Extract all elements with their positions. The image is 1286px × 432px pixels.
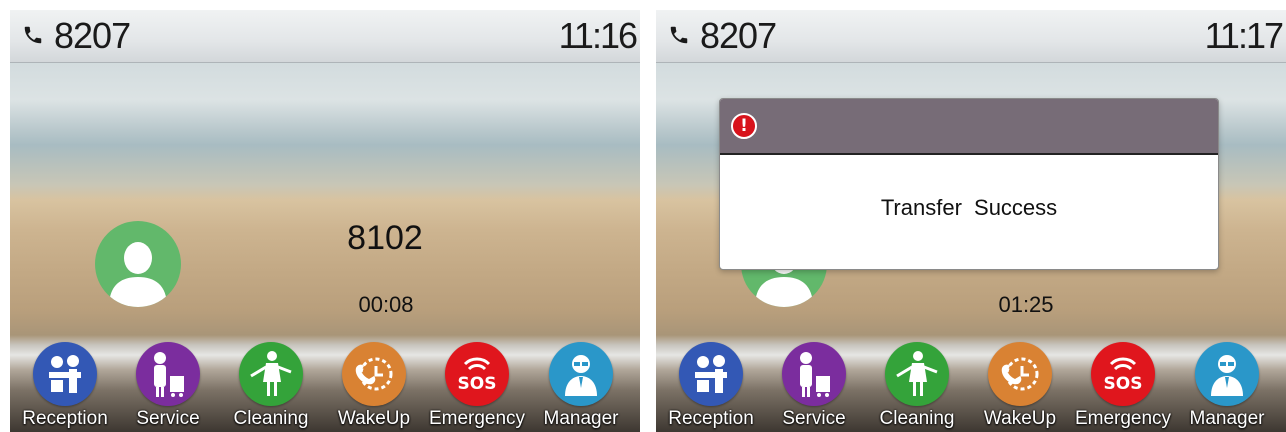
extension-number: 8207 [700, 15, 777, 56]
svg-text:SOS: SOS [1104, 374, 1143, 394]
person-icon [109, 242, 167, 307]
status-bar: 8207 11:17 [656, 10, 1286, 63]
clock: 11:16 [558, 15, 638, 56]
dock-item-wakeup[interactable]: WakeUp [965, 338, 1075, 432]
dock-item-wakeup[interactable]: WakeUp [319, 338, 429, 432]
emergency-icon: SOS [445, 342, 509, 406]
reception-icon [679, 342, 743, 406]
dock-item-service[interactable]: Service [759, 338, 869, 432]
call-duration: 00:08 [358, 292, 414, 317]
phone-icon [24, 26, 42, 44]
dock-item-emergency[interactable]: SOS Emergency [422, 338, 532, 432]
transfer-dialog[interactable]: ! Transfer Success [719, 98, 1219, 270]
speed-dial-dock: Reception Service Cleaning WakeUp SOS Em… [656, 338, 1286, 432]
reception-icon [33, 342, 97, 406]
dialog-header: ! [720, 99, 1218, 155]
manager-icon [1195, 342, 1259, 406]
cleaning-icon [885, 342, 949, 406]
dock-item-cleaning[interactable]: Cleaning [216, 338, 326, 432]
status-bar: 8207 11:16 [10, 10, 640, 63]
dock-label: Manager [543, 408, 619, 429]
dock-item-manager[interactable]: Manager [526, 338, 636, 432]
call-duration: 01:25 [998, 292, 1054, 317]
dialog-message: Transfer Success [880, 195, 1058, 220]
dock-item-service[interactable]: Service [113, 338, 223, 432]
phone-icon [670, 26, 688, 44]
svg-text:SOS: SOS [458, 374, 497, 394]
service-icon [136, 342, 200, 406]
avatar [95, 221, 181, 307]
dock-item-cleaning[interactable]: Cleaning [862, 338, 972, 432]
phone-screen-transfer: 8207 11:17 01:25 ! Transfer Success Rece… [656, 10, 1286, 432]
service-icon [782, 342, 846, 406]
extension-number: 8207 [54, 15, 131, 56]
emergency-icon: SOS [1091, 342, 1155, 406]
clock: 11:17 [1204, 15, 1284, 56]
cleaning-icon [239, 342, 303, 406]
wakeup-icon [342, 342, 406, 406]
speed-dial-dock: Reception Service Cleaning WakeUp SOS Em… [10, 338, 640, 432]
manager-icon [549, 342, 613, 406]
dock-item-reception[interactable]: Reception [10, 338, 120, 432]
caller-number: 8102 [347, 219, 423, 257]
phone-screen-call: 8207 11:16 8102 00:08 Reception Service … [10, 10, 640, 432]
dock-item-emergency[interactable]: SOS Emergency [1068, 338, 1178, 432]
dock-item-reception[interactable]: Reception [656, 338, 766, 432]
wakeup-icon [988, 342, 1052, 406]
dock-label: Manager [1189, 408, 1265, 429]
dock-item-manager[interactable]: Manager [1172, 338, 1282, 432]
alert-icon: ! [731, 113, 757, 139]
